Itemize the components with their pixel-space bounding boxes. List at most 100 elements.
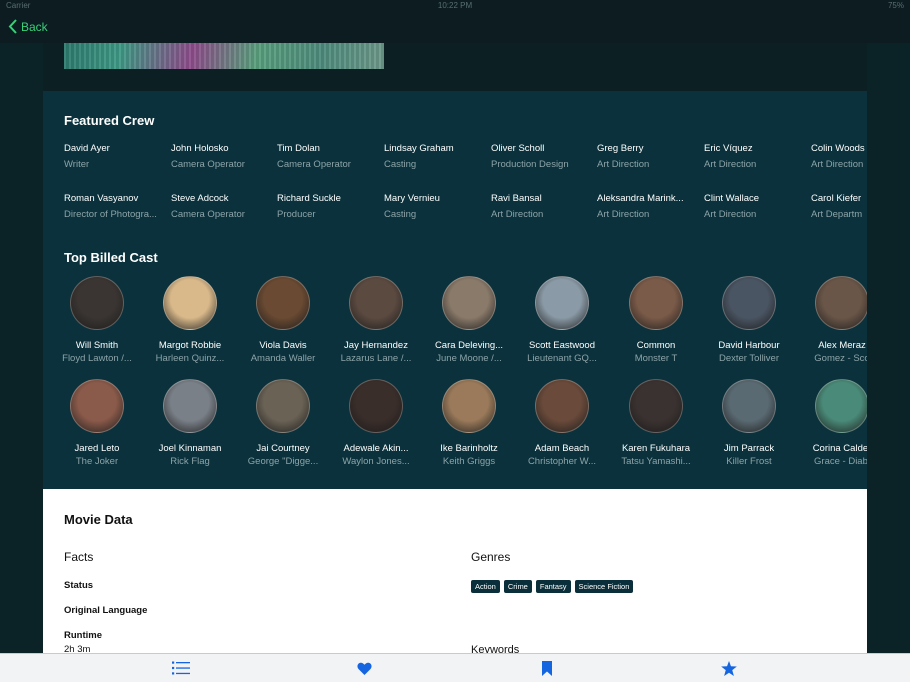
genre-tag[interactable]: Action — [471, 580, 500, 593]
avatar — [70, 379, 124, 433]
cast-name: Ike Barinholtz — [440, 443, 498, 454]
cast-item[interactable]: Karen Fukuhara Tatsu Yamashi... — [609, 379, 703, 467]
fact-label-original-language: Original Language — [64, 605, 148, 616]
tab-watchlist[interactable] — [537, 660, 557, 676]
crew-item[interactable]: Richard Suckle Producer — [277, 193, 377, 220]
cast-name: Jai Courtney — [256, 443, 310, 454]
cast-item[interactable]: Adam Beach Christopher W... — [515, 379, 609, 467]
crew-name: Eric Víquez — [704, 143, 753, 154]
cast-character: Keith Griggs — [442, 456, 496, 467]
cast-name: Corina Calder — [812, 443, 867, 454]
crew-item[interactable]: Lindsay Graham Casting — [384, 143, 484, 170]
crew-item[interactable]: John Holosko Camera Operator — [171, 143, 271, 170]
avatar — [256, 379, 310, 433]
genre-tag[interactable]: Science Fiction — [574, 580, 634, 593]
cast-name: Adewale Akin... — [343, 443, 409, 454]
credits-section: Featured Crew David Ayer Writer John Holos… — [43, 91, 867, 489]
cast-item[interactable]: Joel Kinnaman Rick Flag — [143, 379, 237, 467]
avatar — [815, 276, 867, 330]
tab-rated[interactable] — [719, 660, 739, 676]
cast-character: Gomez - Sco — [814, 353, 867, 364]
backdrop-section — [43, 43, 867, 91]
tab-favorites[interactable] — [354, 660, 374, 676]
crew-item[interactable]: Greg Berry Art Direction — [597, 143, 697, 170]
movie-detail-content[interactable]: Featured Crew David Ayer Writer John Holos… — [43, 43, 867, 653]
star-icon — [721, 660, 737, 676]
crew-name: Carol Kiefer — [811, 193, 862, 204]
cast-item[interactable]: Cara Deleving... June Moone /... — [422, 276, 516, 364]
crew-item[interactable]: Eric Víquez Art Direction — [704, 143, 804, 170]
crew-job: Producer — [277, 209, 316, 220]
crew-job: Casting — [384, 159, 417, 170]
avatar — [722, 379, 776, 433]
crew-name: Greg Berry — [597, 143, 644, 154]
avatar — [815, 379, 867, 433]
back-label: Back — [21, 19, 48, 34]
avatar — [163, 379, 217, 433]
crew-item[interactable]: Roman Vasyanov Director of Photogra... — [64, 193, 164, 220]
crew-job: Art Direction — [491, 209, 544, 220]
cast-character: Monster T — [634, 353, 678, 364]
back-button[interactable]: Back — [8, 19, 48, 34]
crew-item[interactable]: Ravi Bansal Art Direction — [491, 193, 591, 220]
crew-item[interactable]: Oliver Scholl Production Design — [491, 143, 591, 170]
crew-item[interactable]: Steve Adcock Camera Operator — [171, 193, 271, 220]
cast-item[interactable]: Alex Meraz Gomez - Sco — [795, 276, 867, 364]
crew-name: Clint Wallace — [704, 193, 760, 204]
cast-item[interactable]: Corina Calder Grace - Diabl — [795, 379, 867, 467]
crew-job: Camera Operator — [171, 209, 245, 220]
cast-item[interactable]: David Harbour Dexter Tolliver — [702, 276, 796, 364]
cast-item[interactable]: Viola Davis Amanda Waller — [236, 276, 330, 364]
crew-name: Tim Dolan — [277, 143, 320, 154]
cast-item[interactable]: Scott Eastwood Lieutenant GQ... — [515, 276, 609, 364]
list-icon — [172, 661, 190, 675]
cast-character: Grace - Diabl — [814, 456, 867, 467]
cast-item[interactable]: Jim Parrack Killer Frost — [702, 379, 796, 467]
cast-item[interactable]: Jay Hernandez Lazarus Lane /... — [329, 276, 423, 364]
crew-item[interactable]: Colin Woods Art Direction — [811, 143, 867, 170]
bookmark-icon — [542, 660, 552, 676]
crew-name: Mary Vernieu — [384, 193, 440, 204]
cast-item[interactable]: Adewale Akin... Waylon Jones... — [329, 379, 423, 467]
crew-name: Aleksandra Marink... — [597, 193, 684, 204]
cast-character: June Moone /... — [436, 353, 502, 364]
crew-item[interactable]: Tim Dolan Camera Operator — [277, 143, 377, 170]
crew-item[interactable]: David Ayer Writer — [64, 143, 164, 170]
fact-value-runtime: 2h 3m — [64, 644, 91, 653]
crew-item[interactable]: Carol Kiefer Art Departm — [811, 193, 867, 220]
right-margin — [867, 43, 910, 653]
cast-name: Viola Davis — [259, 340, 307, 351]
cast-item[interactable]: Jai Courtney George "Digge... — [236, 379, 330, 467]
crew-job: Director of Photogra... — [64, 209, 157, 220]
avatar — [256, 276, 310, 330]
facts-heading: Facts — [64, 550, 94, 564]
top-billed-cast-title: Top Billed Cast — [64, 250, 158, 265]
genre-tag[interactable]: Crime — [503, 580, 532, 593]
crew-name: Richard Suckle — [277, 193, 341, 204]
avatar — [349, 276, 403, 330]
crew-name: Ravi Bansal — [491, 193, 542, 204]
avatar — [349, 379, 403, 433]
avatar — [70, 276, 124, 330]
cast-character: Killer Frost — [726, 456, 772, 467]
crew-item[interactable]: Clint Wallace Art Direction — [704, 193, 804, 220]
cast-name: Adam Beach — [534, 443, 590, 454]
cast-item[interactable]: Common Monster T — [609, 276, 703, 364]
avatar — [629, 276, 683, 330]
cast-item[interactable]: Will Smith Floyd Lawton /... — [50, 276, 144, 364]
crew-job: Casting — [384, 209, 417, 220]
cast-item[interactable]: Ike Barinholtz Keith Griggs — [422, 379, 516, 467]
battery-label: 75% — [887, 1, 904, 10]
cast-name: Common — [636, 340, 676, 351]
avatar — [535, 276, 589, 330]
crew-item[interactable]: Aleksandra Marink... Art Direction — [597, 193, 697, 220]
genre-tag[interactable]: Fantasy — [535, 580, 571, 593]
crew-item[interactable]: Mary Vernieu Casting — [384, 193, 484, 220]
cast-name: Karen Fukuhara — [621, 443, 691, 454]
crew-name: Roman Vasyanov — [64, 193, 139, 204]
cast-item[interactable]: Margot Robbie Harleen Quinz... — [143, 276, 237, 364]
chevron-left-icon — [8, 19, 17, 34]
tab-list[interactable] — [171, 660, 191, 676]
cast-item[interactable]: Jared Leto The Joker — [50, 379, 144, 467]
cast-character: Dexter Tolliver — [718, 353, 779, 364]
